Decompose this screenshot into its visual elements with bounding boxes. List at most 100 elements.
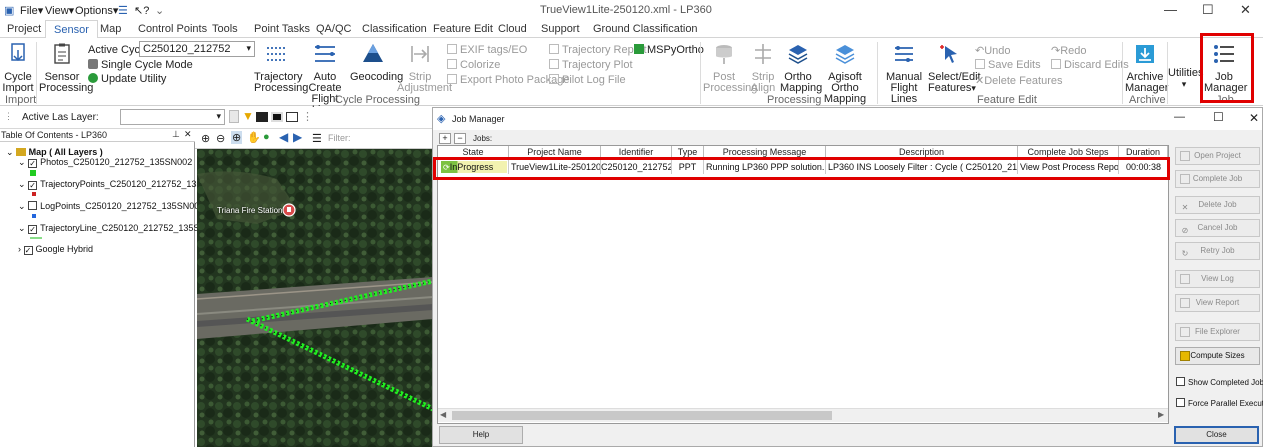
- manual-flight-lines-button[interactable]: Manual Flight Lines: [880, 42, 928, 105]
- collapse-all-button[interactable]: −: [454, 133, 466, 144]
- options-menu[interactable]: Options▾: [75, 4, 118, 17]
- close-icon[interactable]: ✕: [184, 129, 192, 140]
- close-icon[interactable]: ✕: [1240, 2, 1251, 18]
- toc-layer-photos[interactable]: ⌄ ✓ Photos_C250120_212752_135SN002: [18, 157, 192, 168]
- trajectory-report-button[interactable]: Trajectory Report: [549, 44, 647, 56]
- view-log-button[interactable]: View Log: [1175, 270, 1260, 288]
- tab-support[interactable]: Support: [541, 23, 580, 35]
- trajectory-plot-button[interactable]: Trajectory Plot: [549, 59, 633, 71]
- tab-sensor[interactable]: Sensor: [45, 20, 98, 39]
- tab-project[interactable]: Project: [7, 23, 41, 35]
- exif-tags-button[interactable]: EXIF tags/EO: [447, 44, 527, 56]
- quick-access-dropdown-icon[interactable]: ⌄: [155, 4, 164, 17]
- strip-align-button[interactable]: Strip Align: [747, 42, 779, 94]
- trajectory-processing-button[interactable]: Trajectory Processing: [254, 42, 308, 94]
- point-view-icon[interactable]: [286, 112, 298, 122]
- zoom-box-icon[interactable]: ⊕: [231, 131, 243, 144]
- toc-layer-trajectory-points[interactable]: ⌄ ✓ TrajectoryPoints_C250120_212752_135SN…: [18, 179, 224, 190]
- pan-icon[interactable]: ✋: [247, 131, 261, 144]
- help-button[interactable]: Help: [439, 426, 523, 444]
- globe-icon[interactable]: ●: [263, 131, 270, 143]
- discard-edits-button[interactable]: Discard Edits: [1051, 59, 1129, 71]
- chevron-down-icon[interactable]: ⌄: [6, 147, 14, 157]
- chevron-down-icon[interactable]: ⌄: [18, 179, 26, 189]
- delete-features-button[interactable]: ✕Delete Features: [975, 74, 1062, 87]
- app-icon[interactable]: ▣: [4, 4, 14, 17]
- chevron-right-icon[interactable]: ›: [18, 244, 21, 254]
- strip-adjustment-button[interactable]: Strip Adjustment: [397, 42, 452, 94]
- retry-job-button[interactable]: ↻ Retry Job: [1175, 242, 1260, 260]
- show-completed-checkbox[interactable]: [1176, 377, 1185, 386]
- select-region-icon[interactable]: [229, 110, 239, 123]
- compute-sizes-button[interactable]: Compute Sizes: [1175, 347, 1260, 365]
- map-view[interactable]: Triana Fire Station: [197, 149, 433, 447]
- archive-manager-button[interactable]: Archive Manager: [1125, 42, 1168, 94]
- list-icon[interactable]: ☰: [118, 4, 128, 17]
- back-arrow-icon[interactable]: ◀: [279, 130, 288, 144]
- tab-classification[interactable]: Classification: [362, 23, 427, 35]
- colorize-button[interactable]: Colorize: [447, 59, 500, 71]
- force-parallel-toggle[interactable]: Force Parallel Execution: [1176, 398, 1263, 408]
- view-report-button[interactable]: View Report: [1175, 294, 1260, 312]
- tab-ground-classification[interactable]: Ground Classification: [593, 23, 698, 35]
- list-filter-icon[interactable]: ☰: [312, 132, 322, 145]
- tab-tools[interactable]: Tools: [212, 23, 238, 35]
- layer-checkbox[interactable]: [28, 201, 38, 210]
- force-parallel-checkbox[interactable]: [1176, 398, 1185, 407]
- toc-layer-google-hybrid[interactable]: › ✓ Google Hybrid: [18, 244, 93, 255]
- layer-checkbox[interactable]: ✓: [28, 159, 38, 168]
- maximize-icon[interactable]: ☐: [1213, 110, 1224, 124]
- layer-checkbox[interactable]: ✓: [23, 246, 33, 255]
- scroll-right-icon[interactable]: ▶: [1158, 410, 1164, 419]
- tab-control-points[interactable]: Control Points: [138, 23, 207, 35]
- layer-checkbox[interactable]: ✓: [28, 181, 38, 190]
- tab-feature-edit[interactable]: Feature Edit: [433, 23, 493, 35]
- single-cycle-mode-toggle[interactable]: Single Cycle Mode: [88, 59, 193, 71]
- view-menu[interactable]: View▾: [45, 4, 74, 17]
- zoom-in-icon[interactable]: ⊕: [201, 132, 210, 145]
- minimize-icon[interactable]: —: [1174, 111, 1185, 123]
- chevron-down-icon[interactable]: ⌄: [18, 157, 26, 167]
- scrollbar-thumb[interactable]: [452, 411, 832, 420]
- save-edits-button[interactable]: Save Edits: [975, 59, 1041, 71]
- delete-job-button[interactable]: ✕ Delete Job: [1175, 196, 1260, 214]
- undo-button[interactable]: ↶Undo: [975, 44, 1011, 57]
- open-project-button[interactable]: Open Project: [1175, 147, 1260, 165]
- horizontal-scrollbar[interactable]: ◀ ▶: [438, 408, 1168, 422]
- file-menu[interactable]: File▾: [20, 4, 43, 17]
- active-las-layer-select[interactable]: ▾: [120, 109, 225, 125]
- mspyortho-button[interactable]: MSPyOrtho: [634, 44, 704, 56]
- chevron-down-icon[interactable]: ⌄: [18, 223, 26, 233]
- utilities-button[interactable]: Utilities ▾: [1168, 68, 1203, 90]
- pin-icon[interactable]: ⊥: [172, 129, 180, 140]
- tab-cloud[interactable]: Cloud: [498, 23, 527, 35]
- display-icon[interactable]: [256, 112, 268, 122]
- expand-all-button[interactable]: +: [439, 133, 451, 144]
- pilot-log-file-button[interactable]: Pilot Log File: [549, 74, 626, 86]
- update-utility-button[interactable]: Update Utility: [88, 73, 166, 85]
- forward-arrow-icon[interactable]: ▶: [293, 130, 302, 144]
- post-processing-button[interactable]: Post Processing: [703, 42, 757, 94]
- select-edit-features-button[interactable]: Select/Edit Features▾: [928, 42, 981, 94]
- close-button[interactable]: Close: [1174, 426, 1259, 444]
- tab-map[interactable]: Map: [100, 23, 121, 35]
- show-completed-jobs-toggle[interactable]: Show Completed Jobs: [1176, 377, 1263, 387]
- agisoft-ortho-mapping-button[interactable]: Agisoft Ortho Mapping: [817, 42, 873, 105]
- cycle-import-button[interactable]: Cycle Import: [2, 42, 34, 94]
- chevron-down-icon[interactable]: ⌄: [18, 201, 26, 211]
- file-explorer-button[interactable]: File Explorer: [1175, 323, 1260, 341]
- filter-icon[interactable]: ▼: [242, 109, 254, 123]
- minimize-icon[interactable]: —: [1164, 2, 1177, 17]
- redo-button[interactable]: ↷Redo: [1051, 44, 1087, 57]
- toc-layer-log-points[interactable]: ⌄ LogPoints_C250120_212752_135SN002: [18, 201, 204, 212]
- geocoding-button[interactable]: Geocoding: [350, 42, 403, 83]
- layer-checkbox[interactable]: ✓: [28, 225, 38, 234]
- help-pointer-icon[interactable]: ↖?: [134, 4, 149, 17]
- tab-qa-qc[interactable]: QA/QC: [316, 23, 351, 35]
- tab-point-tasks[interactable]: Point Tasks: [254, 23, 310, 35]
- toc-layer-trajectory-line[interactable]: ⌄ ✓ TrajectoryLine_C250120_212752_135SN00…: [18, 223, 221, 234]
- zoom-out-icon[interactable]: ⊖: [216, 132, 225, 145]
- complete-job-button[interactable]: Complete Job: [1175, 170, 1260, 188]
- sensor-processing-button[interactable]: Sensor Processing: [39, 42, 93, 94]
- close-icon[interactable]: ✕: [1249, 111, 1259, 125]
